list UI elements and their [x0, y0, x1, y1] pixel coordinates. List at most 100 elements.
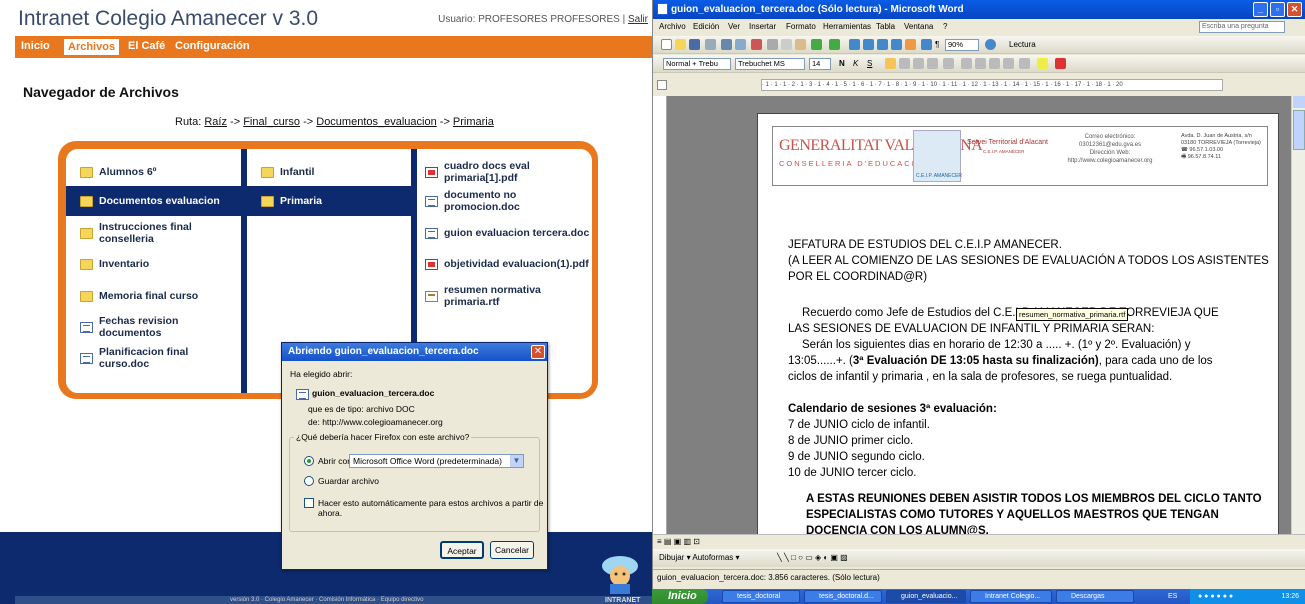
hyperlink-icon[interactable] — [849, 39, 860, 50]
permission-icon[interactable] — [705, 39, 716, 50]
draw-menu[interactable]: Dibujar ▾ Autoformas ▾ — [659, 553, 740, 562]
folder-item-selected[interactable]: Documentos evaluacion — [66, 186, 241, 216]
breadcrumb-primaria[interactable]: Primaria — [453, 116, 494, 128]
scroll-up-icon[interactable] — [1293, 96, 1305, 108]
cut-icon[interactable] — [767, 39, 778, 50]
breadcrumb-raiz[interactable]: Raíz — [204, 116, 227, 128]
menu-ver[interactable]: Ver — [728, 22, 740, 31]
align-center-icon[interactable] — [899, 58, 910, 69]
outdent-icon[interactable] — [989, 58, 1000, 69]
task-button[interactable]: Intranet Colegio... — [970, 590, 1052, 603]
vertical-scrollbar[interactable] — [1291, 96, 1305, 534]
paste-icon[interactable] — [795, 39, 806, 50]
tray-icons[interactable]: ● ● ● ● ● ● — [1198, 589, 1233, 604]
underline-button[interactable]: S — [867, 59, 872, 68]
breadcrumb-final-curso[interactable]: Final_curso — [243, 116, 300, 128]
save-file-radio[interactable] — [304, 476, 314, 486]
align-left-icon[interactable] — [885, 58, 896, 69]
file-item[interactable]: guion evaluacion tercera.doc — [417, 218, 592, 248]
new-icon[interactable] — [661, 39, 672, 50]
border-icon[interactable] — [1019, 58, 1030, 69]
document-map-icon[interactable] — [921, 39, 932, 50]
file-item[interactable]: objetividad evaluacion(1).pdf — [417, 249, 592, 279]
help-icon[interactable] — [985, 39, 996, 50]
nav-configuracion[interactable]: Configuración — [175, 40, 250, 52]
document-area[interactable]: GENERALITAT VALENCIANA CONSELLERIA D'EDU… — [667, 96, 1291, 534]
menu-herramientas[interactable]: Herramientas — [823, 22, 871, 31]
tables-icon[interactable] — [863, 39, 874, 50]
style-select[interactable]: Normal + Trebu — [663, 58, 731, 70]
folder-item[interactable]: Memoria final curso — [66, 281, 241, 311]
chevron-down-icon[interactable]: ▼ — [510, 455, 523, 467]
italic-button[interactable]: K — [853, 59, 858, 68]
cancel-button[interactable]: Cancelar — [490, 541, 534, 559]
folder-item[interactable]: Inventario — [66, 249, 241, 279]
accept-button[interactable]: Aceptar — [440, 541, 484, 559]
folder-item-selected[interactable]: Primaria — [247, 186, 411, 216]
file-item[interactable]: Planificacion final curso.doc — [66, 343, 241, 373]
close-icon[interactable]: ✕ — [1287, 2, 1302, 17]
size-select[interactable]: 14 — [809, 58, 831, 70]
draw-shapes-icons[interactable]: ╲ ╲ □ ○ ▭ ◈ ◐ ▣ ▨ — [777, 553, 848, 562]
align-right-icon[interactable] — [913, 58, 924, 69]
language-indicator[interactable]: ES — [1168, 589, 1177, 604]
columns-icon[interactable] — [891, 39, 902, 50]
minimize-icon[interactable]: _ — [1253, 2, 1268, 17]
folder-item[interactable]: Alumnos 6º — [66, 157, 241, 187]
numbering-icon[interactable] — [961, 58, 972, 69]
folder-item[interactable]: Infantil — [247, 157, 411, 187]
undo-icon[interactable] — [811, 39, 822, 50]
help-search-input[interactable]: Escriba una pregunta — [1199, 21, 1285, 33]
breadcrumb-documentos[interactable]: Documentos_evaluacion — [316, 116, 436, 128]
redo-icon[interactable] — [829, 39, 840, 50]
print-icon[interactable] — [721, 39, 732, 50]
menu-edicion[interactable]: Edición — [693, 22, 719, 31]
highlight-icon[interactable] — [1037, 58, 1048, 69]
maximize-icon[interactable]: ▫ — [1270, 2, 1285, 17]
file-item[interactable]: documento no promocion.doc — [417, 186, 592, 216]
scroll-thumb[interactable] — [1293, 110, 1305, 150]
spelling-icon[interactable] — [751, 39, 762, 50]
menu-formato[interactable]: Formato — [786, 22, 816, 31]
auto-checkbox[interactable] — [304, 498, 314, 508]
menu-help[interactable]: ? — [943, 22, 947, 31]
indent-icon[interactable] — [1003, 58, 1014, 69]
start-button[interactable]: Inicio — [652, 589, 708, 604]
menu-tabla[interactable]: Tabla — [876, 22, 895, 31]
drawing-icon[interactable] — [905, 39, 916, 50]
menu-archivo[interactable]: Archivo — [659, 22, 686, 31]
nav-archivos[interactable]: Archivos — [64, 39, 120, 55]
open-with-radio[interactable] — [304, 456, 314, 466]
view-buttons[interactable]: ≡ ▤ ▣ ▥ ⊡ — [657, 537, 700, 546]
folder-item[interactable]: Instrucciones final conselleria — [66, 218, 241, 248]
bold-button[interactable]: N — [839, 59, 845, 68]
ruler-scale[interactable]: · 1 · 1 · 1 · 2 · 1 · 3 · 1 · 4 · 1 · 5 … — [761, 79, 1223, 91]
bullets-icon[interactable] — [975, 58, 986, 69]
nav-inicio[interactable]: Inicio — [21, 40, 50, 52]
file-item[interactable]: cuadro docs eval primaria[1].pdf — [417, 157, 592, 187]
file-item[interactable]: Fechas revision documentos — [66, 312, 241, 342]
task-button[interactable]: Descargas — [1056, 590, 1134, 603]
justify-icon[interactable] — [927, 58, 938, 69]
task-button[interactable]: tesis_doctoral — [722, 590, 800, 603]
logout-link[interactable]: Salir — [628, 14, 648, 25]
menu-insertar[interactable]: Insertar — [749, 22, 776, 31]
open-icon[interactable] — [675, 39, 686, 50]
file-item[interactable]: resumen normativa primaria.rtf — [417, 281, 592, 311]
copy-icon[interactable] — [781, 39, 792, 50]
task-button-active[interactable]: guion_evaluacio... — [886, 590, 966, 603]
zoom-select[interactable]: 90% — [945, 39, 979, 51]
insert-table-icon[interactable] — [877, 39, 888, 50]
font-color-icon[interactable] — [1055, 58, 1066, 69]
show-hide-icon[interactable]: ¶ — [935, 40, 939, 49]
save-icon[interactable] — [689, 39, 700, 50]
task-button[interactable]: tesis_doctoral.d... — [804, 590, 882, 603]
preview-icon[interactable] — [735, 39, 746, 50]
nav-el-cafe[interactable]: El Café — [128, 40, 165, 52]
app-select[interactable]: Microsoft Office Word (predeterminada) ▼ — [349, 454, 524, 468]
close-icon[interactable]: ✕ — [531, 345, 545, 359]
menu-ventana[interactable]: Ventana — [904, 22, 933, 31]
font-select[interactable]: Trebuchet MS — [735, 58, 805, 70]
reading-button[interactable]: Lectura — [1009, 40, 1036, 49]
line-spacing-icon[interactable] — [943, 58, 954, 69]
